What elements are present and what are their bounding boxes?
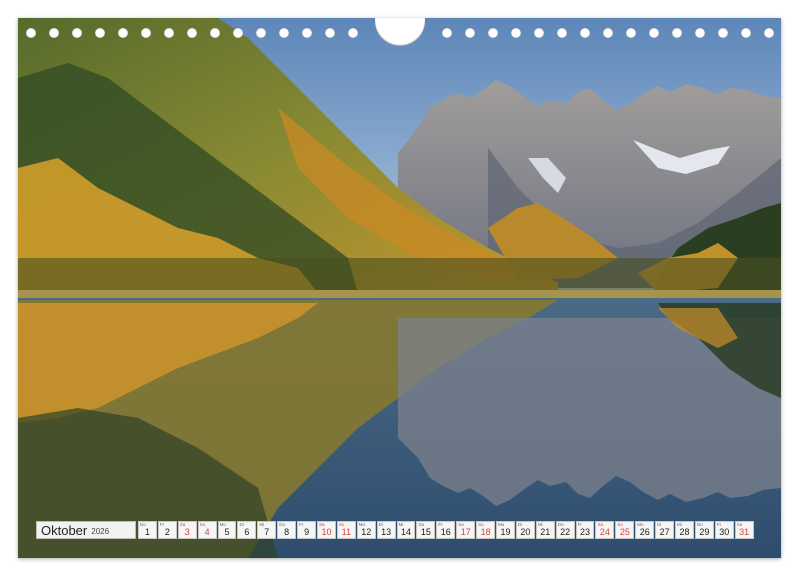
day-number: 10 — [321, 527, 332, 537]
day-number: 28 — [679, 527, 690, 537]
day-number: 13 — [381, 527, 392, 537]
day-cell: Fr 2 — [157, 521, 177, 539]
landscape-photo — [18, 18, 781, 558]
calendar-strip: Oktober 2026 Do 1 Fr 2 Sa 3 So 4 Mo 5 Di 6 Mi 7 Do 8 Fr 9… — [36, 521, 754, 539]
day-cell: Mo 26 — [635, 521, 655, 539]
day-cell: Sa 17 — [456, 521, 476, 539]
day-cell: Di 13 — [376, 521, 396, 539]
day-cell: Sa 31 — [734, 521, 754, 539]
day-number: 12 — [361, 527, 372, 537]
day-number: 24 — [599, 527, 610, 537]
day-cells: Do 1 Fr 2 Sa 3 So 4 Mo 5 Di 6 Mi 7 Do 8 Fr 9 Sa 10 So 11 Mo 12 D… — [138, 521, 754, 539]
day-cell: Fr 30 — [714, 521, 734, 539]
day-number: 29 — [699, 527, 710, 537]
day-number: 11 — [341, 527, 352, 537]
day-cell: Do 1 — [138, 521, 157, 539]
day-number: 25 — [619, 527, 630, 537]
day-cell: So 4 — [197, 521, 217, 539]
day-cell: Mi 21 — [535, 521, 555, 539]
day-cell: Fr 9 — [297, 521, 317, 539]
day-cell: Sa 24 — [595, 521, 615, 539]
day-number: 26 — [639, 527, 650, 537]
day-number: 27 — [659, 527, 670, 537]
day-cell: Fr 16 — [436, 521, 456, 539]
day-number: 7 — [264, 527, 270, 537]
day-cell: Mo 19 — [496, 521, 515, 539]
day-number: 30 — [719, 527, 730, 537]
day-cell: Di 20 — [515, 521, 535, 539]
day-cell: Do 15 — [416, 521, 436, 539]
treeline — [18, 258, 781, 290]
day-number: 8 — [284, 527, 290, 537]
day-cell: Mi 14 — [396, 521, 416, 539]
day-cell: So 25 — [615, 521, 635, 539]
day-number: 5 — [224, 527, 230, 537]
day-number: 22 — [560, 527, 571, 537]
day-cell: Do 29 — [694, 521, 714, 539]
day-cell: Do 8 — [277, 521, 297, 539]
day-cell: Di 27 — [655, 521, 675, 539]
day-number: 15 — [420, 527, 431, 537]
day-number: 1 — [144, 527, 150, 537]
day-cell: Fr 23 — [575, 521, 595, 539]
day-number: 16 — [440, 527, 451, 537]
day-number: 14 — [401, 527, 412, 537]
day-cell: So 11 — [336, 521, 356, 539]
day-cell: So 18 — [476, 521, 496, 539]
day-cell: Mi 7 — [257, 521, 277, 539]
day-number: 2 — [164, 527, 170, 537]
month-name: Oktober — [41, 522, 88, 538]
shoreline — [18, 290, 781, 298]
day-cell: Mi 28 — [675, 521, 694, 539]
day-number: 21 — [540, 527, 551, 537]
day-number: 17 — [460, 527, 471, 537]
day-cell: Mo 5 — [217, 521, 237, 539]
day-number: 20 — [520, 527, 531, 537]
day-cell: Sa 3 — [177, 521, 197, 539]
day-number: 18 — [480, 527, 491, 537]
month-year: 2026 — [91, 526, 110, 536]
month-label: Oktober 2026 — [36, 521, 136, 539]
calendar-page: Oktober 2026 Do 1 Fr 2 Sa 3 So 4 Mo 5 Di 6 Mi 7 Do 8 Fr 9… — [18, 18, 781, 558]
day-number: 6 — [244, 527, 250, 537]
day-number: 3 — [184, 527, 190, 537]
day-number: 19 — [500, 527, 511, 537]
day-cell: Mo 12 — [356, 521, 376, 539]
day-number: 4 — [204, 527, 210, 537]
day-number: 31 — [739, 527, 750, 537]
day-cell: Di 6 — [237, 521, 257, 539]
day-cell: Do 22 — [555, 521, 575, 539]
day-cell: Sa 10 — [317, 521, 336, 539]
day-number: 9 — [304, 527, 310, 537]
day-number: 23 — [580, 527, 591, 537]
